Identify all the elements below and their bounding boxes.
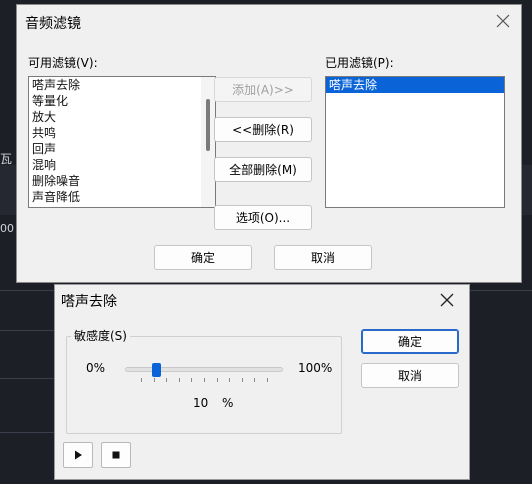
- play-button[interactable]: [63, 442, 93, 468]
- slider-tick: [166, 378, 167, 382]
- dialog-title: 音频滤镜: [25, 16, 81, 32]
- ok-button[interactable]: 确定: [154, 245, 252, 270]
- close-icon: [496, 14, 510, 28]
- slider-tick: [141, 378, 142, 382]
- slider-max-label: 100%: [298, 361, 333, 375]
- list-item[interactable]: 等量化: [29, 93, 215, 109]
- slider-thumb[interactable]: [152, 363, 161, 377]
- cancel-button[interactable]: 取消: [274, 245, 372, 270]
- remove-filter-button[interactable]: <<删除(R): [214, 117, 312, 142]
- sensitivity-label: 敏感度(S): [71, 327, 130, 344]
- app-fragment-number: 00: [0, 222, 14, 235]
- available-filters-label: 可用滤镜(V):: [28, 56, 98, 70]
- close-icon: [440, 293, 454, 307]
- close-button[interactable]: [493, 11, 513, 31]
- app-fragment-text: 瓦: [0, 152, 13, 166]
- app-divider: [0, 378, 60, 379]
- list-item[interactable]: 嗒声去除: [326, 77, 504, 93]
- titlebar: 嗒声去除: [55, 285, 469, 315]
- slider-tick: [229, 378, 230, 382]
- list-item[interactable]: 放大: [29, 109, 215, 125]
- list-item[interactable]: 回声: [29, 141, 215, 157]
- sensitivity-slider[interactable]: [125, 359, 283, 389]
- sensitivity-unit: %: [222, 396, 234, 410]
- slider-tick: [242, 378, 243, 382]
- available-filters-list[interactable]: 嗒声去除 等量化 放大 共鸣 回声 混响 删除噪音 声音降低: [28, 76, 216, 208]
- list-item[interactable]: 声音降低: [29, 189, 215, 205]
- app-divider: [0, 330, 60, 331]
- available-filters-scrollbar[interactable]: [201, 77, 215, 207]
- list-item[interactable]: 混响: [29, 157, 215, 173]
- available-filters-items: 嗒声去除 等量化 放大 共鸣 回声 混响 删除噪音 声音降低: [29, 77, 215, 205]
- close-button[interactable]: [437, 290, 457, 310]
- app-divider: [0, 432, 60, 433]
- remove-all-filters-button[interactable]: 全部删除(M): [214, 157, 312, 182]
- applied-filters-list[interactable]: 嗒声去除: [325, 76, 505, 208]
- titlebar: 音频滤镜: [17, 5, 521, 37]
- dialog-title: 嗒声去除: [61, 294, 117, 310]
- stop-icon: [112, 451, 120, 459]
- cancel-button[interactable]: 取消: [361, 363, 459, 388]
- list-item[interactable]: 共鸣: [29, 125, 215, 141]
- list-item[interactable]: 删除噪音: [29, 173, 215, 189]
- slider-tick: [254, 378, 255, 382]
- add-filter-button[interactable]: 添加(A)>>: [214, 77, 312, 102]
- slider-tick: [191, 378, 192, 382]
- filter-options-button[interactable]: 选项(O)...: [214, 205, 312, 230]
- slider-tick: [267, 378, 268, 382]
- slider-tick: [154, 378, 155, 382]
- ok-button[interactable]: 确定: [361, 329, 459, 354]
- slider-tick: [217, 378, 218, 382]
- slider-min-label: 0%: [86, 361, 106, 375]
- list-item[interactable]: 嗒声去除: [29, 77, 215, 93]
- applied-filters-label: 已用滤镜(P):: [325, 56, 394, 70]
- sensitivity-value: 10: [193, 396, 209, 410]
- slider-tick: [179, 378, 180, 382]
- stop-button[interactable]: [101, 442, 131, 468]
- scrollbar-thumb[interactable]: [206, 99, 210, 151]
- applied-filters-items: 嗒声去除: [326, 77, 504, 93]
- play-icon: [75, 450, 82, 460]
- audio-filters-dialog: 音频滤镜 可用滤镜(V): 嗒声去除 等量化 放大 共鸣 回声 混响 删除噪音 声音降低 添加…: [16, 4, 522, 283]
- declick-dialog: 嗒声去除 敏感度(S) 0% 100% 10 % 确定 取消: [54, 284, 470, 480]
- slider-tick: [204, 378, 205, 382]
- slider-track: [125, 367, 283, 372]
